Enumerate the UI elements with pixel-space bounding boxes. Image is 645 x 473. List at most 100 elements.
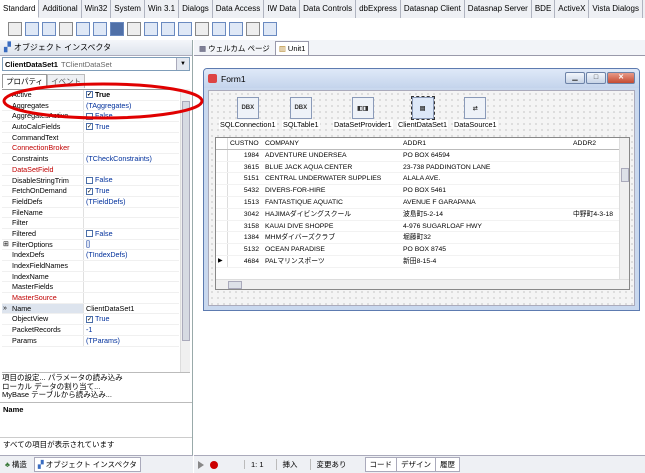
property-value[interactable]: False [84, 111, 179, 121]
property-value[interactable] [84, 261, 179, 271]
property-value[interactable] [84, 208, 179, 218]
grid-cell[interactable]: OCEAN PARADISE [263, 244, 401, 255]
palette-tab-data-access[interactable]: Data Access [212, 0, 265, 18]
property-row[interactable]: Constraints (TCheckConstraints) [2, 154, 179, 165]
grid-cell[interactable]: ADVENTURE UNDERSEA [263, 150, 401, 161]
grid-cell[interactable]: 1984 [228, 150, 263, 161]
nonvisual-component[interactable]: ◧◨ DataSetProvider1 [333, 97, 393, 129]
grid-cell[interactable]: BLUE JACK AQUA CENTER [263, 162, 401, 173]
palette-tab-win-3-1[interactable]: Win 3.1 [144, 0, 180, 18]
property-checkbox[interactable]: ✓ [86, 315, 93, 323]
grid-cell[interactable]: 堀藤町32 [401, 232, 571, 243]
table-row[interactable]: 1384 MHMダイバーズクラブ 堀藤町32 [216, 232, 629, 245]
property-value[interactable]: ✓ True [84, 186, 179, 196]
grid-cell[interactable]: CENTRAL UNDERWATER SUPPLIES [263, 173, 401, 184]
edit-icon[interactable] [76, 22, 90, 36]
property-row[interactable]: ObjectView ✓ True [2, 314, 179, 326]
close-button[interactable]: ✕ [607, 72, 635, 84]
property-value[interactable] [84, 133, 179, 143]
tab-properties[interactable]: プロパティ [2, 74, 48, 88]
grid-cell[interactable] [571, 232, 621, 243]
property-value[interactable]: ✓ True [84, 314, 179, 324]
property-value[interactable] [84, 272, 179, 282]
grid-cell[interactable]: 5151 [228, 173, 263, 184]
radiobutton-icon[interactable] [144, 22, 158, 36]
tab-events[interactable]: イベント [47, 74, 86, 88]
property-row[interactable]: MasterFields [2, 282, 179, 294]
palette-tab-additional[interactable]: Additional [39, 0, 82, 18]
property-row[interactable]: DisableStringTrim False [2, 175, 179, 187]
property-row[interactable]: PacketRecords -1 [2, 325, 179, 336]
palette-tab-vista-dialogs[interactable]: Vista Dialogs [589, 0, 643, 18]
property-checkbox[interactable]: ✓ [86, 187, 93, 195]
palette-tab-iw-data[interactable]: IW Data [264, 0, 301, 18]
scrollbar-thumb[interactable] [182, 101, 190, 341]
scrollbar-thumb[interactable] [621, 168, 629, 182]
expand-icon[interactable]: ⊞ [3, 240, 9, 250]
property-value[interactable] [84, 293, 179, 303]
tab-history[interactable]: 履歴 [436, 457, 461, 472]
grid-cell[interactable]: 3615 [228, 162, 263, 173]
tab-welcome-page[interactable]: ▦ ウェルカム ページ [196, 41, 273, 55]
property-value[interactable] [84, 165, 179, 175]
grid-cell[interactable] [571, 150, 621, 161]
minimize-button[interactable]: ▁ [565, 72, 585, 84]
property-grid-scrollbar[interactable] [180, 89, 190, 372]
grid-vertical-scrollbar[interactable] [619, 138, 629, 279]
action-link-load-mybase[interactable]: MyBase テーブルから読み込み... [2, 390, 190, 400]
maximize-button[interactable]: □ [586, 72, 606, 84]
play-icon[interactable] [198, 460, 204, 469]
table-row[interactable]: 5432 DIVERS-FOR-HIRE PO BOX 5461 [216, 185, 629, 197]
property-value[interactable]: ✓ True [84, 122, 179, 132]
property-row[interactable]: AggregatesActive False [2, 111, 179, 123]
property-value[interactable]: (TParams) [84, 336, 179, 346]
panel-icon[interactable] [246, 22, 260, 36]
groupbox-icon[interactable] [212, 22, 226, 36]
grid-cell[interactable]: 5132 [228, 244, 263, 255]
property-row[interactable]: FileName [2, 207, 179, 219]
grid-horizontal-scrollbar[interactable] [216, 279, 629, 289]
palette-tab-datasnap-client[interactable]: Datasnap Client [400, 0, 465, 18]
table-row[interactable]: 1513 FANTASTIQUE AQUATIC AVENUE F GARAPANA [216, 196, 629, 209]
grid-cell[interactable]: PO BOX 8745 [401, 244, 571, 255]
listbox-icon[interactable] [161, 22, 175, 36]
property-checkbox[interactable]: ✓ [86, 91, 93, 99]
grid-cell[interactable]: PALマリンスポーツ [263, 256, 401, 267]
property-value[interactable]: (TCheckConstraints) [84, 154, 179, 164]
property-row[interactable]: Aggregates (TAggregates) [2, 100, 179, 112]
grid-cell[interactable]: PO BOX 5461 [401, 185, 571, 196]
property-row[interactable]: FetchOnDemand ✓ True [2, 186, 179, 197]
grid-column-header[interactable]: CUSTNO [228, 138, 263, 149]
palette-tab-dbexpress[interactable]: dbExpress [356, 0, 401, 18]
property-row[interactable]: Params (TParams) [2, 335, 179, 347]
tab-design[interactable]: デザイン [397, 457, 437, 472]
grid-cell[interactable] [571, 185, 621, 196]
grid-cell[interactable]: MHMダイバーズクラブ [263, 232, 401, 243]
grid-cell[interactable]: AVENUE F GARAPANA [401, 197, 571, 208]
property-value[interactable]: -1 [84, 325, 179, 335]
scrollbar-thumb[interactable] [228, 281, 242, 289]
nonvisual-component[interactable]: DBX SQLTable1 [282, 97, 320, 129]
property-row[interactable]: FieldDefs (TFieldDefs) [2, 196, 179, 208]
property-row[interactable]: MasterSource [2, 293, 179, 304]
grid-cell[interactable]: 3158 [228, 221, 263, 232]
grid-cell[interactable] [571, 173, 621, 184]
form-client-area[interactable]: DBX SQLConnection1 DBX SQLTable1 ◧◨ DataSetPr… [208, 90, 635, 306]
table-row[interactable]: 5151 CENTRAL UNDERWATER SUPPLIES ALALA AVE… [216, 173, 629, 186]
palette-tab-datasnap-server[interactable]: Datasnap Server [464, 0, 532, 18]
grid-column-header[interactable]: ADDR2 [571, 138, 621, 149]
property-value[interactable]: False [84, 176, 179, 186]
tab-structure[interactable]: ♣ 構造 [2, 458, 30, 471]
property-row[interactable]: ConnectionBroker [2, 143, 179, 155]
table-row[interactable]: 5132 OCEAN PARADISE PO BOX 8745 [216, 244, 629, 256]
grid-cell[interactable]: KAUAI DIVE SHOPPE [263, 221, 401, 232]
property-row[interactable]: Active ✓ True [2, 90, 179, 101]
property-value[interactable]: (TFieldDefs) [84, 197, 179, 207]
grid-column-header[interactable]: ADDR1 [401, 138, 571, 149]
property-value[interactable]: (TAggregates) [84, 101, 179, 111]
grid-cell[interactable]: 5432 [228, 185, 263, 196]
grid-cell[interactable]: 新田8-15-4 [401, 256, 571, 267]
property-value[interactable]: ✓ True [84, 90, 179, 100]
tab-code[interactable]: コード [364, 457, 398, 472]
property-value[interactable] [84, 282, 179, 292]
